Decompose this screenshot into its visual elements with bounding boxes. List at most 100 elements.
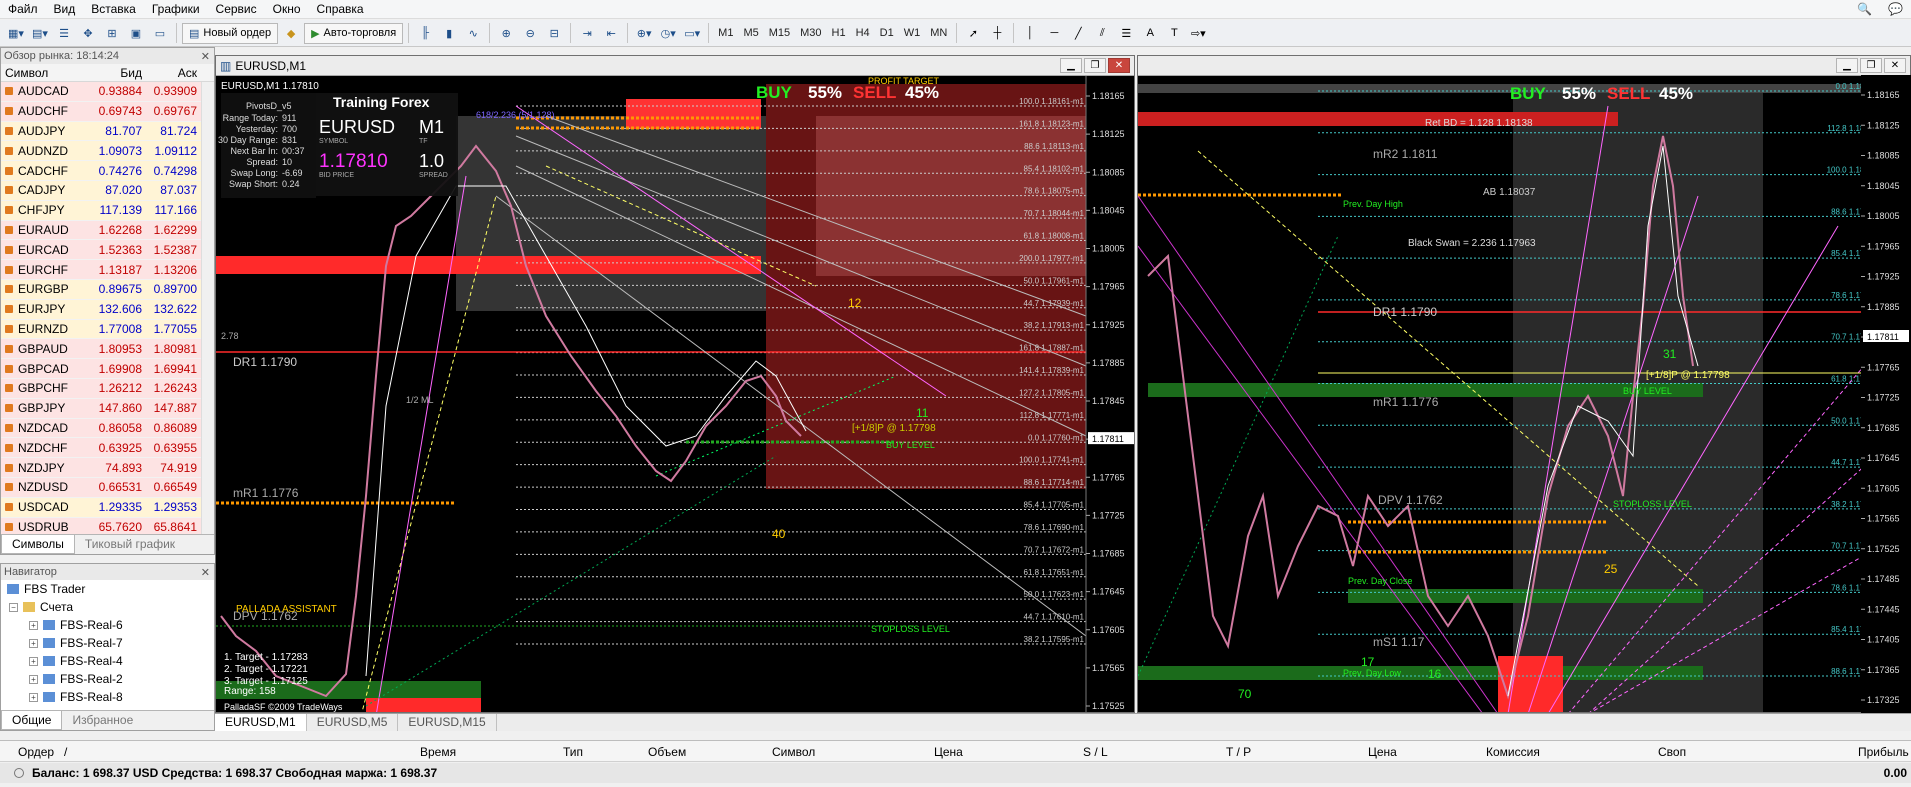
chart-window-eurusd-m1[interactable]: ▥ EURUSD,M1 ▁ ❐ ✕ 100.0 1.18161-m1 161.8 … xyxy=(215,55,1135,713)
candles-icon[interactable]: ▮ xyxy=(438,23,460,44)
tf-w1[interactable]: W1 xyxy=(899,27,926,39)
text-icon[interactable]: A xyxy=(1139,23,1161,44)
close-icon[interactable]: ✕ xyxy=(201,566,210,579)
autoscroll-icon[interactable]: ⇥ xyxy=(576,23,598,44)
market-row[interactable]: NZDCAD 0.86058 0.86089 xyxy=(1,418,214,439)
menu-view[interactable]: Вид xyxy=(46,2,84,16)
market-row[interactable]: CADCHF 0.74276 0.74298 xyxy=(1,161,214,181)
nav-account[interactable]: + FBS-Real-6 xyxy=(1,616,214,634)
market-watch-scrollbar[interactable] xyxy=(201,82,214,552)
tf-m1[interactable]: M1 xyxy=(713,27,738,39)
nav-account[interactable]: + FBS-Real-2 xyxy=(1,670,214,688)
tf-d1[interactable]: D1 xyxy=(875,27,899,39)
vertical-line-icon[interactable]: │ xyxy=(1019,23,1041,44)
col-price2[interactable]: Цена xyxy=(1368,745,1397,759)
trendline-icon[interactable]: ╱ xyxy=(1067,23,1089,44)
line-chart-icon[interactable]: ∿ xyxy=(462,23,484,44)
indicators-icon[interactable]: ⊕▾ xyxy=(633,23,655,44)
col-tp[interactable]: T / P xyxy=(1226,745,1251,759)
market-row[interactable]: GBPJPY 147.860 147.887 xyxy=(1,398,214,419)
col-swap[interactable]: Своп xyxy=(1658,745,1686,759)
autotrading-button[interactable]: ▶ Авто-торговля xyxy=(304,22,404,44)
tester-icon[interactable]: ▭ xyxy=(149,23,171,44)
col-price[interactable]: Цена xyxy=(934,745,963,759)
menu-window[interactable]: Окно xyxy=(265,2,309,16)
tab-common[interactable]: Общие xyxy=(1,711,63,730)
tile-windows-icon[interactable]: ⊟ xyxy=(543,23,565,44)
market-watch-icon[interactable]: ☰ xyxy=(53,23,75,44)
metaeditor-icon[interactable]: ◆ xyxy=(280,23,302,44)
market-row[interactable]: GBPCHF 1.26212 1.26243 xyxy=(1,378,214,399)
market-row[interactable]: EURNZD 1.77008 1.77055 xyxy=(1,319,214,340)
collapse-icon[interactable]: − xyxy=(9,602,18,612)
nav-account[interactable]: + FBS-Real-7 xyxy=(1,634,214,652)
col-symbol[interactable]: Символ xyxy=(772,745,815,759)
templates-icon[interactable]: ▭▾ xyxy=(681,23,703,44)
col-type[interactable]: Тип xyxy=(563,745,583,759)
minimize-icon[interactable]: ▁ xyxy=(1836,58,1858,73)
expand-icon[interactable]: + xyxy=(29,656,38,666)
market-row[interactable]: EURAUD 1.62268 1.62299 xyxy=(1,220,214,241)
market-row[interactable]: NZDCHF 0.63925 0.63955 xyxy=(1,438,214,459)
arrows-icon[interactable]: ⇨▾ xyxy=(1187,23,1209,44)
tf-m30[interactable]: M30 xyxy=(795,27,826,39)
restore-icon[interactable]: ❐ xyxy=(1860,58,1882,73)
periods-icon[interactable]: ◷▾ xyxy=(657,23,679,44)
col-time[interactable]: Время xyxy=(420,745,456,759)
chat-icon[interactable]: 💬 xyxy=(1880,2,1911,16)
chart-tab-m1[interactable]: EURUSD,M1 xyxy=(215,714,307,731)
horizontal-line-icon[interactable]: ─ xyxy=(1043,23,1065,44)
new-order-button[interactable]: ▤ Новый ордер xyxy=(182,22,279,44)
market-row[interactable]: GBPAUD 1.80953 1.80981 xyxy=(1,339,214,360)
nav-accounts[interactable]: − Счета xyxy=(1,598,214,616)
chart-window-eurusd-m15[interactable]: ▁ ❐ ✕ 0.0 1.18151-m15112.8 1.18136-m1510… xyxy=(1137,55,1911,713)
expand-icon[interactable]: + xyxy=(29,620,38,630)
col-commission[interactable]: Комиссия xyxy=(1486,745,1540,759)
nav-root[interactable]: FBS Trader xyxy=(1,580,214,598)
close-icon[interactable]: ✕ xyxy=(1884,58,1906,73)
market-row[interactable]: GBPCAD 1.69908 1.69941 xyxy=(1,359,214,379)
tab-symbols[interactable]: Символы xyxy=(1,535,75,554)
restore-icon[interactable]: ❐ xyxy=(1084,58,1106,73)
market-row[interactable]: AUDCHF 0.69743 0.69767 xyxy=(1,101,214,122)
market-row[interactable]: EURJPY 132.606 132.622 xyxy=(1,299,214,320)
col-order[interactable]: Ордер xyxy=(18,745,54,759)
market-row[interactable]: EURGBP 0.89675 0.89700 xyxy=(1,279,214,300)
tf-m15[interactable]: M15 xyxy=(764,27,795,39)
cursor-icon[interactable]: ➚ xyxy=(962,23,984,44)
market-row[interactable]: EURCAD 1.52363 1.52387 xyxy=(1,240,214,261)
chart-canvas[interactable]: 0.0 1.18151-m15112.8 1.18136-m15100.0 1.… xyxy=(1138,76,1911,713)
expand-icon[interactable]: + xyxy=(29,692,38,702)
menu-insert[interactable]: Вставка xyxy=(83,2,144,16)
chart-canvas[interactable]: 100.0 1.18161-m1 161.8 1.18123-m1 88.6 1.1… xyxy=(216,76,1135,713)
market-row[interactable]: AUDJPY 81.707 81.724 xyxy=(1,121,214,142)
market-row[interactable]: EURCHF 1.13187 1.13206 xyxy=(1,260,214,280)
market-row[interactable]: NZDUSD 0.66531 0.66549 xyxy=(1,477,214,498)
expand-icon[interactable]: + xyxy=(29,674,38,684)
tf-h1[interactable]: H1 xyxy=(827,27,851,39)
market-row[interactable]: CHFJPY 117.139 117.166 xyxy=(1,200,214,221)
tab-tick-chart[interactable]: Тиковый график xyxy=(75,535,185,554)
market-row[interactable]: CADJPY 87.020 87.037 xyxy=(1,180,214,201)
label-icon[interactable]: T xyxy=(1163,23,1185,44)
zoom-in-icon[interactable]: ⊕ xyxy=(495,23,517,44)
market-row[interactable]: AUDNZD 1.09073 1.09112 xyxy=(1,141,214,162)
minimize-icon[interactable]: ▁ xyxy=(1060,58,1082,73)
expand-icon[interactable]: + xyxy=(29,638,38,648)
col-sort[interactable]: / xyxy=(64,745,67,759)
col-symbol[interactable]: Символ xyxy=(1,66,91,80)
col-volume[interactable]: Объем xyxy=(648,745,686,759)
menu-help[interactable]: Справка xyxy=(309,2,372,16)
search-icon[interactable]: 🔍 xyxy=(1849,2,1880,16)
nav-account[interactable]: + FBS-Real-8 xyxy=(1,688,214,706)
market-row[interactable]: NZDJPY 74.893 74.919 xyxy=(1,458,214,478)
close-icon[interactable]: ✕ xyxy=(1108,58,1130,73)
zoom-out-icon[interactable]: ⊖ xyxy=(519,23,541,44)
tf-mn[interactable]: MN xyxy=(925,27,952,39)
navigator-icon[interactable]: ✥ xyxy=(77,23,99,44)
fibo-icon[interactable]: ☰ xyxy=(1115,23,1137,44)
nav-account[interactable]: + FBS-Real-4 xyxy=(1,652,214,670)
profiles-icon[interactable]: ▤▾ xyxy=(29,23,51,44)
col-ask[interactable]: Аск xyxy=(146,66,201,80)
data-window-icon[interactable]: ⊞ xyxy=(101,23,123,44)
